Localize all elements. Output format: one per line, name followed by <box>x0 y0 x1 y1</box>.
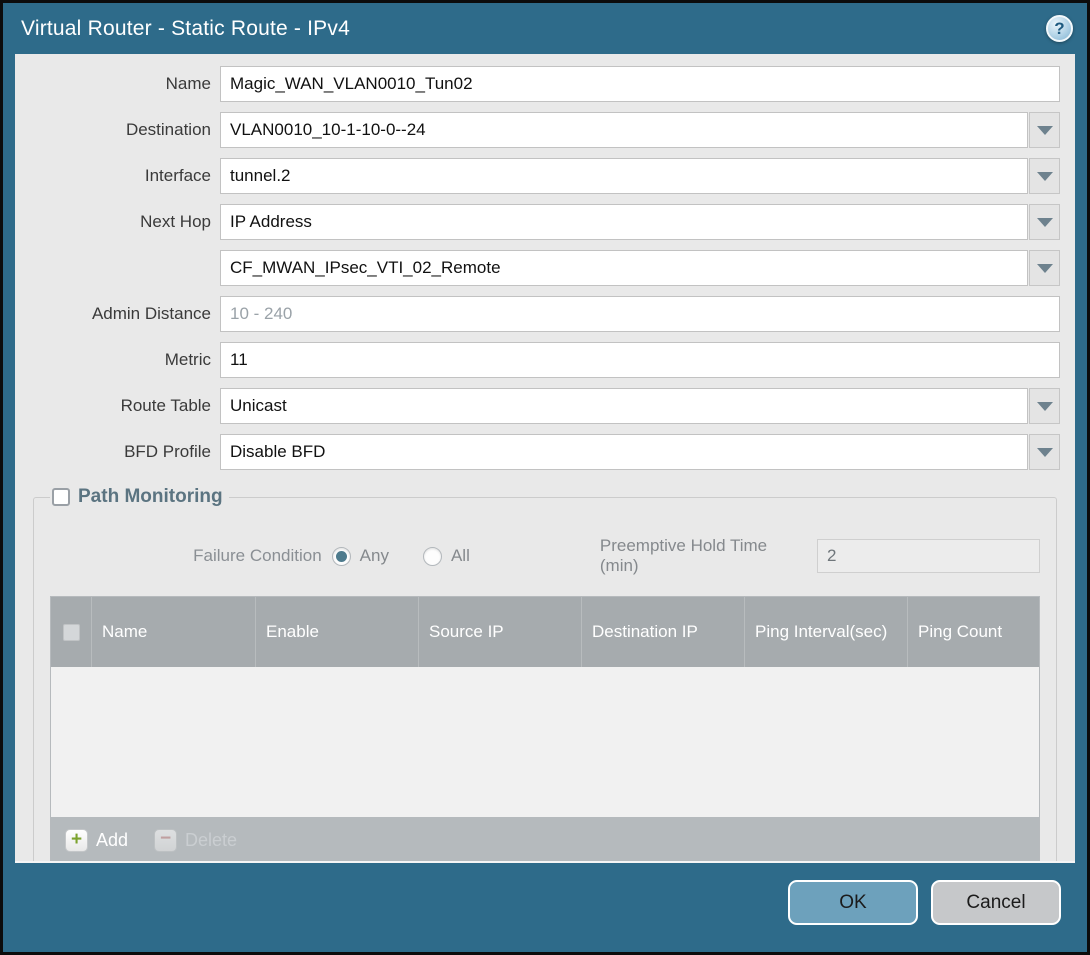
minus-icon: − <box>154 829 177 852</box>
dialog-content: Name Destination Interface <box>15 54 1075 863</box>
next-hop-type-dropdown-button[interactable] <box>1029 204 1060 240</box>
name-label: Name <box>30 74 220 94</box>
form-row-next-hop-address <box>30 250 1060 286</box>
bfd-profile-label: BFD Profile <box>30 442 220 462</box>
failure-condition-any-option[interactable]: Any <box>332 546 389 566</box>
chevron-down-icon <box>1037 264 1053 273</box>
help-icon[interactable]: ? <box>1046 15 1073 42</box>
preemptive-hold-time-label: Preemptive Hold Time (min) <box>600 536 817 576</box>
admin-distance-label: Admin Distance <box>30 304 220 324</box>
interface-label: Interface <box>30 166 220 186</box>
failure-condition-radio-group: Any All <box>332 546 470 566</box>
path-monitoring-table: Name Enable Source IP Destination IP Pin… <box>50 596 1040 863</box>
chevron-down-icon <box>1037 448 1053 457</box>
next-hop-address-dropdown-button[interactable] <box>1029 250 1060 286</box>
chevron-down-icon <box>1037 172 1053 181</box>
delete-button[interactable]: − Delete <box>154 829 237 852</box>
add-button-label: Add <box>96 830 128 851</box>
select-all-header-cell <box>51 597 91 667</box>
destination-label: Destination <box>30 120 220 140</box>
path-monitoring-controls: Failure Condition Any All Preemptive Hol… <box>50 536 1040 576</box>
form-row-route-table: Route Table <box>30 388 1060 424</box>
radio-any-icon[interactable] <box>332 547 351 566</box>
route-table-label: Route Table <box>30 396 220 416</box>
destination-input[interactable] <box>220 112 1028 148</box>
form-row-interface: Interface <box>30 158 1060 194</box>
column-header-source-ip[interactable]: Source IP <box>418 597 581 667</box>
next-hop-address-input[interactable] <box>220 250 1028 286</box>
bfd-profile-input[interactable] <box>220 434 1028 470</box>
metric-input[interactable] <box>220 342 1060 378</box>
admin-distance-input[interactable] <box>220 296 1060 332</box>
dialog-footer: OK Cancel <box>3 863 1087 952</box>
form-row-bfd-profile: BFD Profile <box>30 434 1060 470</box>
delete-button-label: Delete <box>185 830 237 851</box>
form-row-next-hop: Next Hop <box>30 204 1060 240</box>
next-hop-label: Next Hop <box>30 212 220 232</box>
table-header-row: Name Enable Source IP Destination IP Pin… <box>51 597 1039 667</box>
dialog-title: Virtual Router - Static Route - IPv4 <box>21 17 350 41</box>
column-header-enable[interactable]: Enable <box>255 597 418 667</box>
column-header-destination-ip[interactable]: Destination IP <box>581 597 744 667</box>
interface-input[interactable] <box>220 158 1028 194</box>
path-monitoring-legend: Path Monitoring <box>50 486 229 508</box>
destination-dropdown-button[interactable] <box>1029 112 1060 148</box>
chevron-down-icon <box>1037 402 1053 411</box>
cancel-button[interactable]: Cancel <box>931 880 1061 925</box>
failure-condition-label: Failure Condition <box>50 546 332 566</box>
bfd-profile-dropdown-button[interactable] <box>1029 434 1060 470</box>
radio-all-label: All <box>451 546 470 566</box>
chevron-down-icon <box>1037 126 1053 135</box>
column-header-ping-interval[interactable]: Ping Interval(sec) <box>744 597 907 667</box>
ok-button[interactable]: OK <box>788 880 918 925</box>
next-hop-type-input[interactable] <box>220 204 1028 240</box>
route-table-dropdown-button[interactable] <box>1029 388 1060 424</box>
radio-any-label: Any <box>360 546 389 566</box>
path-monitoring-checkbox[interactable] <box>52 488 70 506</box>
plus-icon: + <box>65 829 88 852</box>
failure-condition-all-option[interactable]: All <box>423 546 470 566</box>
column-header-ping-count[interactable]: Ping Count <box>907 597 1039 667</box>
path-monitoring-label: Path Monitoring <box>78 486 223 508</box>
form-row-destination: Destination <box>30 112 1060 148</box>
form-row-admin-distance: Admin Distance <box>30 296 1060 332</box>
metric-label: Metric <box>30 350 220 370</box>
preemptive-hold-time-input[interactable] <box>817 539 1040 573</box>
path-monitoring-section: Path Monitoring Failure Condition Any Al… <box>33 486 1057 863</box>
route-table-input[interactable] <box>220 388 1028 424</box>
static-route-dialog: Virtual Router - Static Route - IPv4 ? N… <box>0 0 1090 955</box>
interface-dropdown-button[interactable] <box>1029 158 1060 194</box>
table-footer-bar: + Add − Delete <box>51 817 1039 863</box>
dialog-titlebar: Virtual Router - Static Route - IPv4 ? <box>3 3 1087 54</box>
radio-all-icon[interactable] <box>423 547 442 566</box>
select-all-checkbox[interactable] <box>63 624 80 641</box>
name-input[interactable] <box>220 66 1060 102</box>
form-row-metric: Metric <box>30 342 1060 378</box>
chevron-down-icon <box>1037 218 1053 227</box>
column-header-name[interactable]: Name <box>91 597 255 667</box>
add-button[interactable]: + Add <box>65 829 128 852</box>
table-body-empty <box>51 667 1039 817</box>
form-row-name: Name <box>30 66 1060 102</box>
